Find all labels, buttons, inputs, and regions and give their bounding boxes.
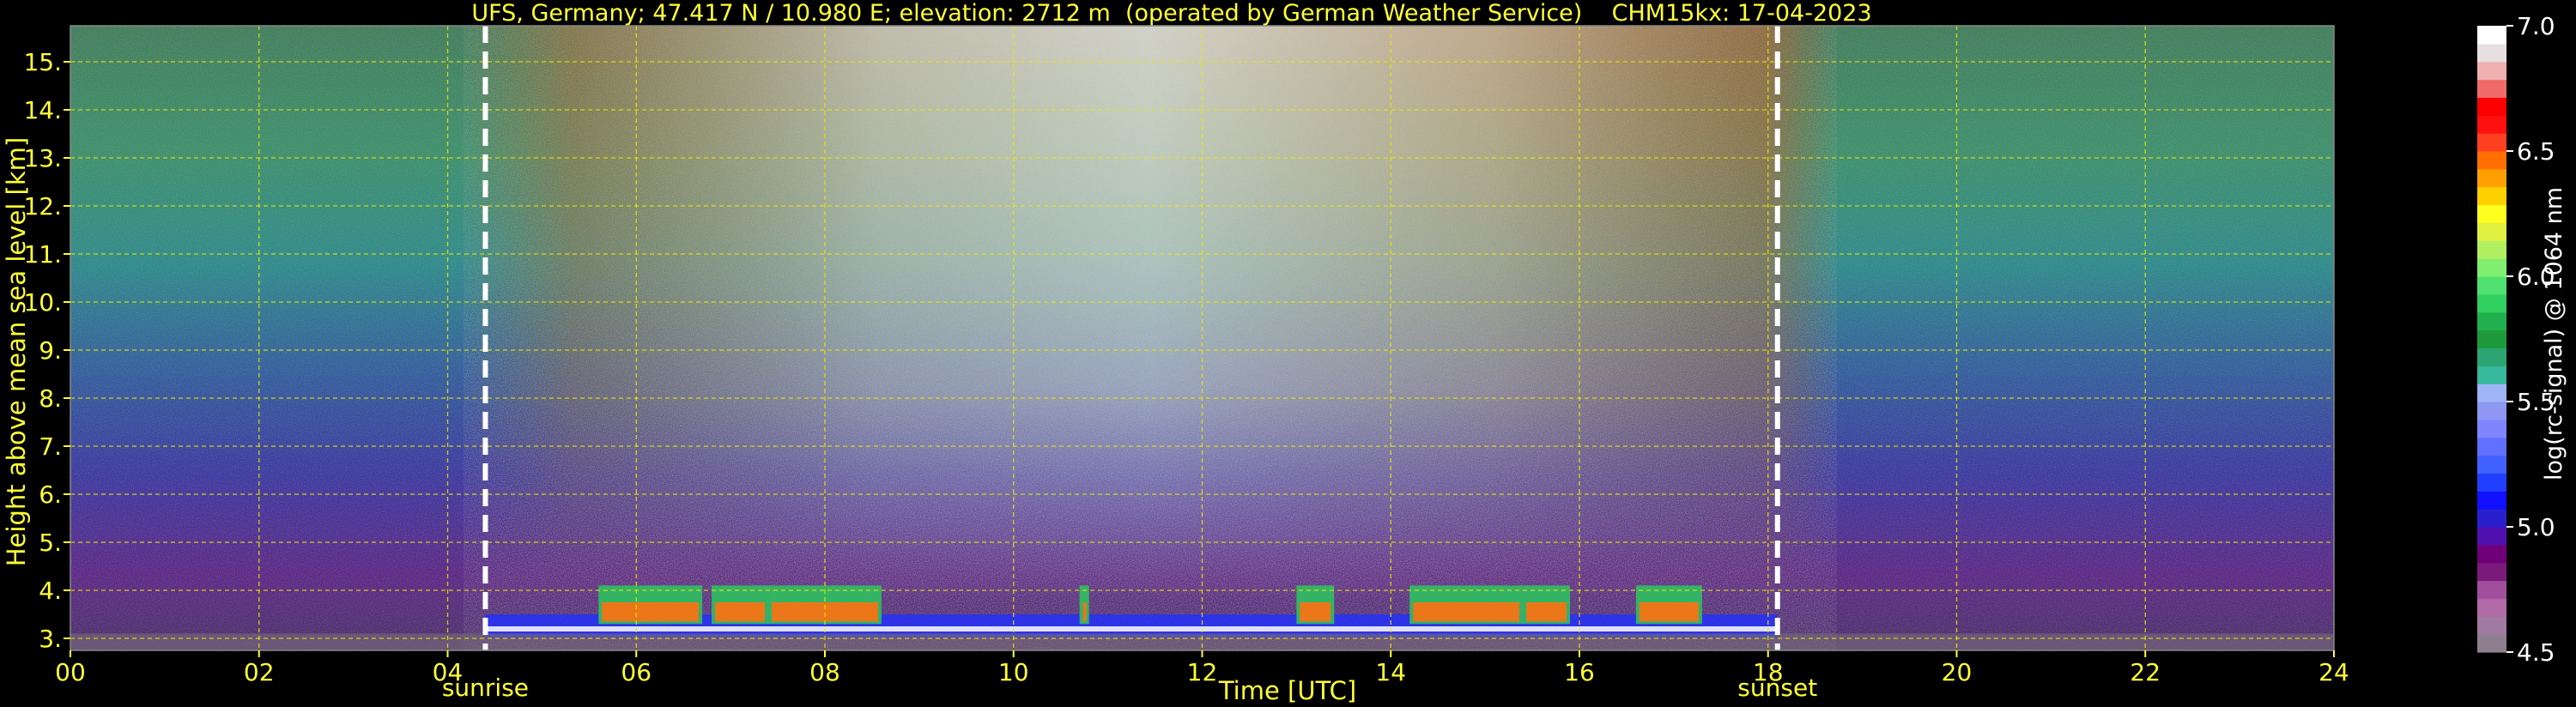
colorbar-tick-label: 5.0 [2517, 513, 2555, 541]
colorbar-segment [2477, 186, 2506, 206]
x-tick-label: 04 [433, 658, 464, 686]
cloud-core [1639, 602, 1699, 622]
colorbar-segment [2477, 115, 2506, 134]
y-tick-label: 7. [39, 432, 62, 461]
colorbar-segment [2477, 527, 2506, 546]
cloud-core [1526, 602, 1567, 622]
colorbar-segment [2477, 384, 2506, 402]
cloud-core [715, 602, 766, 622]
colorbar-segment [2477, 455, 2506, 474]
colorbar-segment [2477, 509, 2506, 528]
colorbar-tick-label: 7.0 [2517, 12, 2555, 40]
y-tick-label: 15. [23, 48, 62, 76]
cloud-core [1413, 602, 1520, 622]
y-tick-label: 3. [39, 625, 62, 653]
colorbar-segment [2477, 437, 2506, 456]
colorbar-segment [2477, 562, 2506, 582]
colorbar-segment [2477, 544, 2506, 564]
colorbar-segment [2477, 133, 2506, 152]
x-tick-label: 16 [1564, 658, 1595, 686]
colorbar-segment [2477, 419, 2506, 438]
y-tick-label: 10. [23, 288, 62, 317]
x-axis-ticks: 00 02 04 06 08 10 12 14 16 18 20 22 24 [55, 650, 2349, 686]
colorbar-segment [2477, 79, 2506, 99]
colorbar-segment [2477, 347, 2506, 366]
colorbar-segment [2477, 240, 2506, 259]
colorbar: 4.5 5.0 5.5 6.0 6.5 7.0 [2477, 12, 2555, 667]
x-tick-label: 24 [2318, 658, 2349, 686]
y-tick-label: 14. [23, 96, 62, 124]
x-tick-label: 20 [1942, 658, 1973, 686]
colorbar-segment [2477, 598, 2506, 617]
y-tick-label: 13. [23, 144, 62, 172]
y-tick-label: 8. [39, 384, 62, 413]
colorbar-tick-label: 6.5 [2517, 137, 2555, 166]
colorbar-segment [2477, 580, 2506, 600]
colorbar-tick-label: 6.0 [2517, 263, 2555, 291]
cloud-core [602, 602, 700, 622]
colorbar-segment [2477, 276, 2506, 295]
colorbar-segment [2477, 97, 2506, 116]
colorbar-segment [2477, 151, 2506, 170]
y-tick-label: 11. [23, 240, 62, 269]
colorbar-segment [2477, 473, 2506, 492]
x-tick-label: 18 [1753, 658, 1784, 686]
colorbar-segment [2477, 43, 2506, 63]
colorbar-segment [2477, 293, 2506, 313]
y-tick-label: 9. [39, 336, 62, 365]
x-tick-label: 08 [809, 658, 840, 686]
colorbar-segment [2477, 402, 2506, 420]
colorbar-segment [2477, 258, 2506, 277]
colorbar-segment [2477, 26, 2506, 45]
x-tick-label: 06 [621, 658, 652, 686]
x-tick-label: 22 [2130, 658, 2161, 686]
colorbar-segment [2477, 634, 2506, 653]
x-tick-label: 00 [55, 658, 86, 686]
x-tick-label: 02 [244, 658, 275, 686]
colorbar-segment [2477, 311, 2506, 331]
colorbar-segment [2477, 366, 2506, 384]
colorbar-tick-label: 5.5 [2517, 388, 2555, 416]
y-tick-label: 12. [23, 192, 62, 221]
surface-layer [485, 626, 1778, 631]
y-tick-label: 5. [39, 529, 62, 557]
x-tick-label: 10 [998, 658, 1029, 686]
cloud-core [1300, 602, 1331, 622]
x-tick-label: 12 [1187, 658, 1218, 686]
colorbar-segment [2477, 61, 2506, 81]
colorbar-segment [2477, 222, 2506, 241]
colorbar-segment [2477, 491, 2506, 510]
colorbar-segment [2477, 616, 2506, 635]
y-tick-label: 6. [39, 480, 62, 509]
lidar-backscatter-chart: sunrise sunset 3.4.5.6.7.8.9.10.11.12.13.… [23, 12, 2555, 702]
colorbar-tick-label: 4.5 [2517, 638, 2555, 667]
cloud-core [1082, 602, 1087, 622]
colorbar-segment [2477, 329, 2506, 349]
y-axis-ticks: 3. 4. 5. 6. 7. 8. 9. 10. 11. 12. 13. 14. 15. [23, 48, 70, 653]
x-tick-label: 14 [1375, 658, 1406, 686]
colorbar-segment [2477, 204, 2506, 224]
colorbar-segment [2477, 168, 2506, 188]
y-tick-label: 4. [39, 577, 62, 605]
